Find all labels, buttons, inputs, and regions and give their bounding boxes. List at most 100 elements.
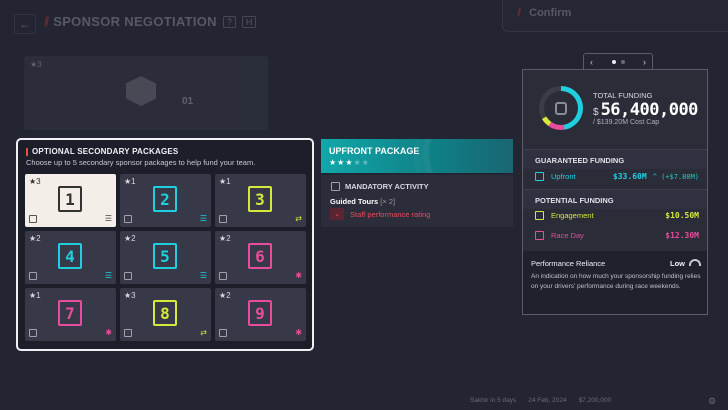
hotkey-hint: H xyxy=(241,15,257,28)
coins-icon: ☰ xyxy=(104,271,112,280)
prev-page-button[interactable]: ‹ xyxy=(590,57,593,67)
race-day-icon xyxy=(535,231,544,240)
package-tile[interactable]: ★2 6 ✱ xyxy=(215,231,306,284)
total-funding-amount: $ 56,400,000 xyxy=(593,100,698,120)
package-number: 8 xyxy=(153,300,177,326)
page-header: // SPONSOR NEGOTIATION ? H xyxy=(44,14,257,29)
mandatory-activity-panel: MANDATORY ACTIVITY Guided Tours [× 2] ⌄ … xyxy=(321,175,513,227)
coins-icon: ☰ xyxy=(199,271,207,280)
exchange-icon: ⇄ xyxy=(200,328,207,337)
funding-panel: TOTAL FUNDING $ 56,400,000 / $139.20M Co… xyxy=(522,69,708,315)
package-tile[interactable]: ★1 2 ☰ xyxy=(120,174,211,227)
mandatory-header: MANDATORY ACTIVITY xyxy=(331,182,429,191)
race-icon: ✱ xyxy=(295,328,302,337)
package-box-icon xyxy=(126,76,156,106)
race-icon: ✱ xyxy=(295,271,302,280)
confirm-button[interactable]: // Confirm xyxy=(502,0,728,32)
building-icon xyxy=(124,272,132,280)
stars-filled: ★★★ xyxy=(329,158,354,167)
coins-icon xyxy=(535,172,544,181)
decorative-ring xyxy=(423,139,513,173)
package-number: 6 xyxy=(248,243,272,269)
star-rating: ★2 xyxy=(219,234,231,243)
funding-gauge xyxy=(539,86,583,130)
star-rating: ★1 xyxy=(29,291,41,300)
upfront-delta: ^ (+$7.80M) xyxy=(652,172,699,181)
page-dots xyxy=(611,59,625,64)
star-rating: ★3 xyxy=(124,291,136,300)
package-tile[interactable]: ★2 5 ☰ xyxy=(120,231,211,284)
next-page-button[interactable]: › xyxy=(643,57,646,67)
cost-cap-label: / $139.20M Cost Cap xyxy=(593,119,660,126)
guaranteed-funding-header: GUARANTEED FUNDING xyxy=(523,149,707,169)
upfront-title: UPFRONT PACKAGE xyxy=(329,146,420,156)
star-rating: ★2 xyxy=(29,234,41,243)
performance-requirement[interactable]: ⌄ Staff performance rating xyxy=(330,208,430,220)
star-rating: ★2 xyxy=(219,291,231,300)
star-rating: ★1 xyxy=(124,177,136,186)
upfront-funding-row: Upfront $33.60M ^ (+$7.80M) xyxy=(535,172,699,181)
back-button[interactable]: ← xyxy=(14,14,36,34)
package-number: 5 xyxy=(153,243,177,269)
star-rating: ★★★★★ xyxy=(329,158,370,167)
star-rating: ★3 xyxy=(29,177,41,186)
package-tile[interactable]: ★3 8 ⇄ xyxy=(120,288,211,341)
potential-funding-header: POTENTIAL FUNDING xyxy=(523,189,707,209)
stars-empty: ★★ xyxy=(353,158,370,167)
performance-label: Staff performance rating xyxy=(350,209,431,219)
package-tile[interactable]: ★1 3 ⇄ xyxy=(215,174,306,227)
building-icon xyxy=(219,215,227,223)
current-date: 24 Feb, 2024 xyxy=(528,397,567,404)
building-icon xyxy=(29,329,37,337)
package-grid: ★3 1 ☰ ★1 2 ☰ ★1 3 ⇄ ★2 4 ☰ ★2 5 ☰ ★2 6 ✱ ★1 7 ✱ ★3 8 ⇄ ★2 9 ✱ xyxy=(25,174,306,341)
coins-icon: ☰ xyxy=(104,214,112,223)
package-number: 01 xyxy=(182,96,194,107)
help-key[interactable]: ? xyxy=(222,15,236,28)
reliance-description: An indication on how much your sponsorsh… xyxy=(531,273,701,290)
team-balance: $7,200,000 xyxy=(578,397,612,404)
building-icon xyxy=(29,215,37,223)
raceday-value: $12.30M xyxy=(665,231,699,240)
reliance-title: Performance Reliance xyxy=(531,259,606,268)
chevron-down-icon: ⌄ xyxy=(330,208,344,220)
engagement-funding-row: Engagement $10.50M xyxy=(535,211,699,220)
total-funding-label: TOTAL FUNDING xyxy=(593,91,653,100)
package-tile[interactable]: ★2 9 ✱ xyxy=(215,288,306,341)
total-funding-value: 56,400,000 xyxy=(600,100,699,120)
primary-package-card[interactable]: ★3 01 xyxy=(24,56,268,130)
accent-bar xyxy=(26,147,28,156)
package-number: 7 xyxy=(58,300,82,326)
slash-logo-icon: // xyxy=(44,14,49,29)
building-icon xyxy=(124,329,132,337)
total-funding-section: TOTAL FUNDING $ 56,400,000 / $139.20M Co… xyxy=(523,70,707,149)
arrow-left-icon: ← xyxy=(19,17,31,31)
star-rating: ★3 xyxy=(30,60,42,69)
package-number: 2 xyxy=(153,186,177,212)
upfront-value: $33.60M xyxy=(612,172,647,181)
building-icon xyxy=(219,272,227,280)
next-race: Sakhir in 5 days xyxy=(470,397,517,404)
gear-icon[interactable]: ⚙ xyxy=(708,396,716,407)
star-rating: ★2 xyxy=(124,234,136,243)
panel-header: OPTIONAL SECONDARY PACKAGES xyxy=(26,147,178,156)
performance-reliance: Performance Reliance Low An indication o… xyxy=(523,251,707,314)
page-dot[interactable] xyxy=(611,59,616,64)
status-bar: Sakhir in 5 days 24 Feb, 2024 $7,200,000 xyxy=(470,397,611,404)
package-number: 4 xyxy=(58,243,82,269)
upfront-label: Upfront xyxy=(551,172,576,181)
building-icon xyxy=(29,272,37,280)
exchange-icon xyxy=(535,211,544,220)
package-tile[interactable]: ★2 4 ☰ xyxy=(25,231,116,284)
package-tile[interactable]: ★1 7 ✱ xyxy=(25,288,116,341)
star-rating: ★1 xyxy=(219,177,231,186)
coins-icon: ☰ xyxy=(199,214,207,223)
gauge-icon xyxy=(689,259,701,266)
secondary-packages-panel: OPTIONAL SECONDARY PACKAGES Choose up to… xyxy=(16,138,314,351)
page-dot[interactable] xyxy=(620,59,625,64)
activity-label: Guided Tours xyxy=(330,197,379,206)
reliance-level: Low xyxy=(670,259,685,268)
package-tile[interactable]: ★3 1 ☰ xyxy=(25,174,116,227)
panel-title: OPTIONAL SECONDARY PACKAGES xyxy=(32,147,179,156)
activity-count: [× 2] xyxy=(380,197,396,206)
activity-item: Guided Tours [× 2] xyxy=(330,197,395,206)
